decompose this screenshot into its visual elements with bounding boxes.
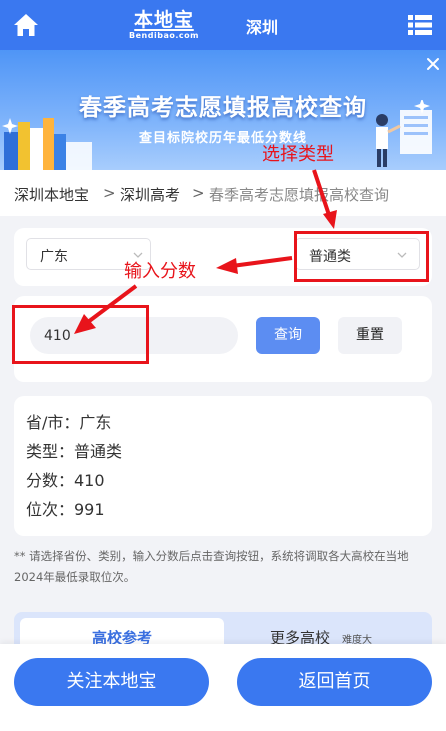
close-icon[interactable] (425, 56, 441, 72)
grid-menu-icon[interactable] (408, 14, 432, 36)
annotation-label-select-type: 选择类型 (262, 144, 334, 165)
breadcrumb-link-gaokao[interactable]: 深圳高考 (120, 184, 180, 205)
breadcrumb-separator: > (103, 184, 116, 202)
top-bar: 本地宝 Bendibao.com 深圳 (0, 0, 446, 50)
query-button[interactable]: 查询 (256, 317, 320, 354)
reset-button[interactable]: 重置 (338, 317, 402, 354)
breadcrumb: 深圳本地宝 > 深圳高考 > 春季高考志愿填报高校查询 (0, 170, 446, 216)
bottom-action-bar: 关注本地宝 返回首页 (0, 644, 446, 731)
province-select-value: 广东 (40, 249, 68, 265)
annotation-box-category (294, 231, 429, 282)
home-icon[interactable] (12, 11, 40, 39)
follow-button[interactable]: 关注本地宝 (14, 658, 209, 706)
logo-text: 本地宝 (133, 9, 194, 31)
city-name[interactable]: 深圳 (246, 14, 278, 38)
student-illustration-icon (376, 100, 432, 167)
breadcrumb-separator: > (192, 184, 205, 202)
back-home-button[interactable]: 返回首页 (237, 658, 432, 706)
annotation-box-score (12, 305, 149, 364)
bendibao-logo[interactable]: 本地宝 Bendibao.com (124, 5, 204, 45)
result-rank: 位次：991 (26, 500, 105, 519)
banner: 春季高考志愿填报高校查询 查目标院校历年最低分数线 (0, 50, 446, 170)
result-card: 省/市：广东 类型：普通类 分数：410 位次：991 (14, 396, 432, 536)
instruction-note: ** 请选择省份、类别，输入分数后点击查询按钮，系统将调取各大高校在当地2024… (14, 549, 409, 584)
breadcrumb-current: 春季高考志愿填报高校查询 (209, 186, 390, 204)
result-score: 分数：410 (26, 471, 105, 490)
result-type: 类型：普通类 (26, 442, 123, 461)
result-province: 省/市：广东 (26, 413, 112, 432)
logo-subtext: Bendibao.com (129, 31, 199, 40)
breadcrumb-link-home[interactable]: 深圳本地宝 (14, 184, 89, 205)
annotation-label-input-score: 输入分数 (124, 261, 196, 282)
